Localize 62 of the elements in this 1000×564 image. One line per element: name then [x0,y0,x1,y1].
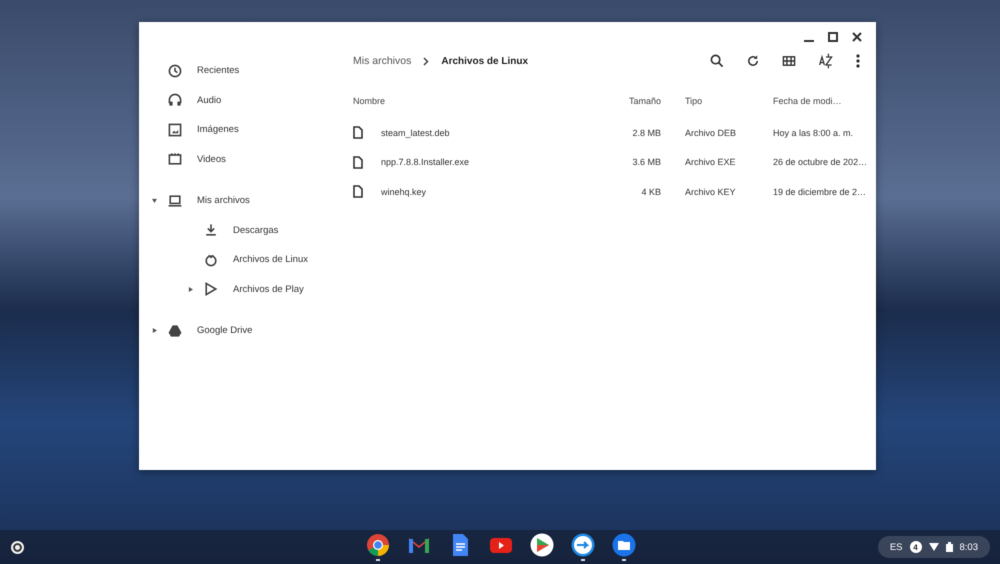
table-cell: winehq.key [381,186,426,197]
table-cell: Archivo KEY [685,186,736,197]
table-cell: 19 de diciembre de 2… [773,186,866,197]
wifi-icon [928,543,938,551]
file-icon [353,185,363,198]
chevron-icon [423,56,430,66]
table-cell: 2.8 MB [632,128,661,138]
input-method-label: ES [890,542,902,552]
sidebar-item[interactable]: Imágenes [139,115,331,144]
file-row[interactable]: npp.7.8.8.Installer.exe 3.6 MB Archivo EXE 26 de octubre de 202… [351,148,866,177]
file-icon [353,156,363,169]
download-icon [203,222,219,238]
table-cell: 26 de octubre de 202… [773,157,868,168]
file-row[interactable]: winehq.key 4 KB Archivo KEY 19 de diciembre de 2… [351,177,866,206]
remote-desktop-icon[interactable] [571,533,595,557]
notification-count: 4 [910,541,922,553]
maximize-icon[interactable] [828,32,838,42]
column-header[interactable]: Fecha de modi… [773,96,842,106]
sidebar-item[interactable]: Descargas [139,216,331,245]
more-options-icon[interactable] [856,54,860,68]
column-header[interactable]: Tipo [685,96,702,106]
table-cell: Archivo EXE [685,157,736,168]
grid-view-icon[interactable] [782,54,796,68]
sidebar-item[interactable]: Archivos de Linux [139,245,331,274]
search-icon[interactable] [710,54,724,68]
refresh-icon[interactable] [746,54,760,68]
browser-icon[interactable] [366,533,390,557]
sidebar-item[interactable]: Videos [139,144,331,174]
file-row[interactable]: steam_latest.deb 2.8 MB Archivo DEB Hoy a las 8:00 a. m. [351,118,866,148]
caret-icon[interactable] [152,328,156,334]
sidebar-item[interactable]: Archivos de Play [139,274,331,304]
launcher-icon[interactable] [11,540,24,554]
store-icon[interactable] [530,533,554,557]
sidebar-item[interactable]: Audio [139,86,331,115]
table-cell: npp.7.8.8.Installer.exe [381,157,470,168]
table-cell: steam_latest.deb [381,128,450,138]
folder-icon[interactable] [612,533,636,557]
breadcrumb-item[interactable]: Archivos de Linux [441,56,528,66]
clock-icon [167,62,183,79]
close-icon[interactable] [852,32,862,42]
column-header[interactable]: Tamaño [628,96,661,106]
sort-icon[interactable] [818,53,834,69]
caret-icon[interactable] [152,198,156,204]
table-cell: Archivo DEB [685,128,736,138]
table-cell: Hoy a las 8:00 a. m. [773,128,854,138]
caret-icon[interactable] [188,286,192,292]
sidebar-item[interactable]: Recientes [139,56,331,86]
laptop-icon [167,192,183,209]
breadcrumb-item[interactable]: Mis archivos [353,55,412,67]
sidebar-item[interactable]: Mis archivos [139,186,331,216]
sidebar-item[interactable]: Google Drive [139,316,331,346]
table-cell: 4 KB [641,186,661,197]
column-header[interactable]: Nombre [353,96,386,106]
battery-icon [946,542,952,552]
clock-time: 8:03 [960,542,978,552]
play-icon [203,281,219,298]
headphones-icon [167,92,183,108]
file-icon [353,126,363,140]
image-icon [167,122,183,138]
table-cell: 3.6 MB [632,157,661,168]
film-icon [167,151,183,168]
status-tray[interactable]: ES 4 8:03 [878,536,990,558]
